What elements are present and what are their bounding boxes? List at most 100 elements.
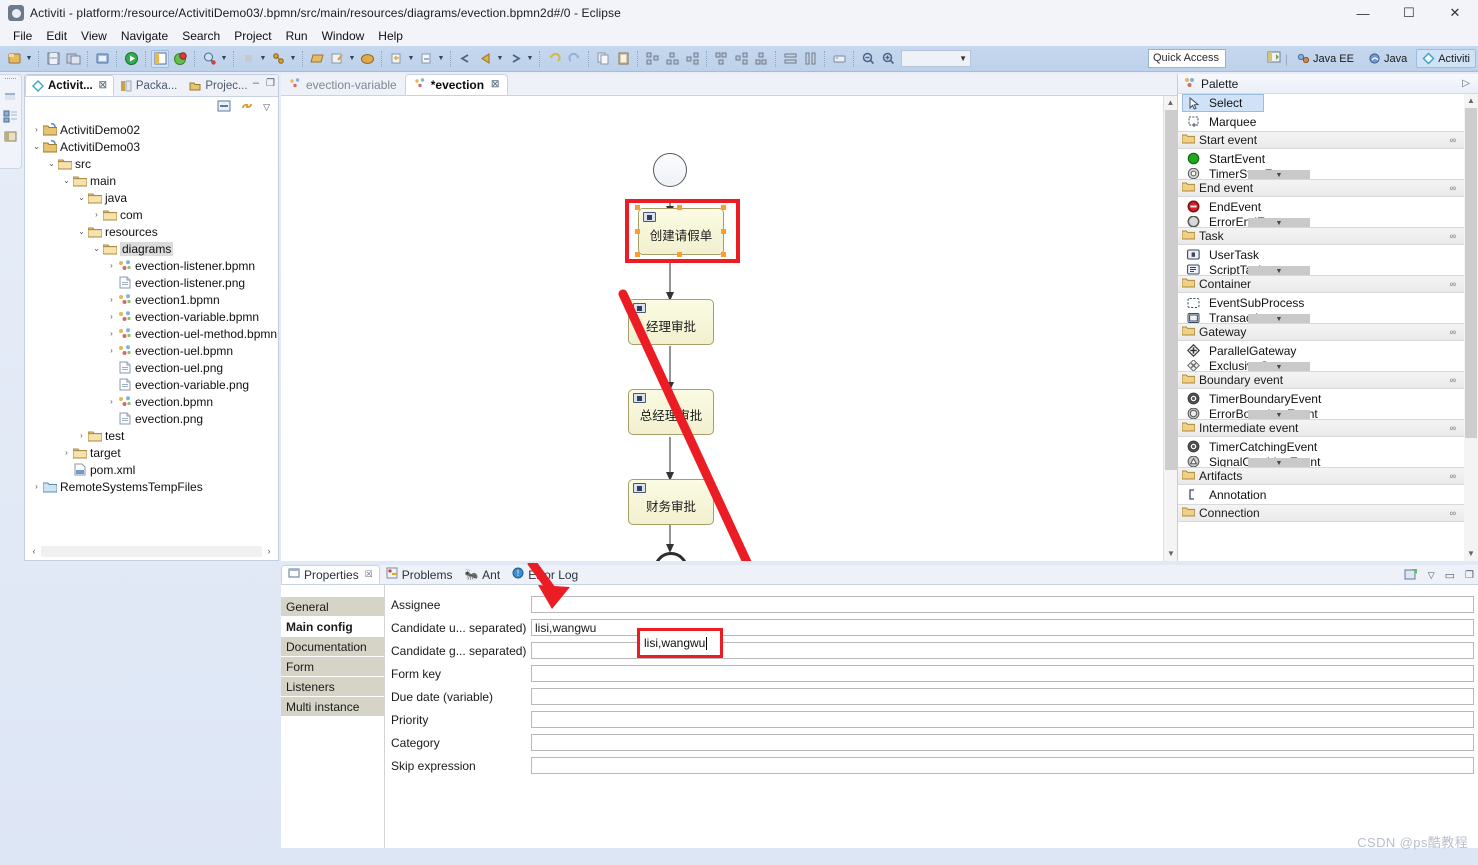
minimized-palette-icon[interactable] [3,129,18,144]
tab-project-explorer[interactable]: Projec... [183,75,253,96]
palette-scroll-hint-icon[interactable]: ▼ [1248,170,1310,179]
palette-group-header[interactable]: Boundary event ∞ [1178,371,1464,389]
align-center-icon[interactable] [663,50,681,68]
start-event-node[interactable] [653,153,687,187]
collapse-all-icon[interactable] [217,99,231,116]
palette-scroll-hint-icon[interactable]: ▼ [1248,314,1310,323]
bpmn-canvas[interactable]: 创建请假单 经理审批 总经理审批 财务审批 [281,96,1163,561]
palette-group-header[interactable]: Artifacts ∞ [1178,467,1464,485]
tree-item[interactable]: › RemoteSystemsTempFiles [25,478,278,495]
palette-scroll-hint-icon[interactable]: ▼ [1248,362,1310,371]
perspective-java[interactable]: Java [1363,50,1412,67]
view-menu-icon[interactable]: ▽ [263,102,270,113]
save-icon[interactable] [44,50,62,68]
back-history-dropdown-icon[interactable]: ▼ [495,50,505,68]
chevron-down-icon[interactable]: ⌄ [91,244,102,253]
menu-item-help[interactable]: Help [371,28,410,44]
perspective-java-ee[interactable]: Java EE [1292,50,1359,67]
palette-group-header[interactable]: Task ∞ [1178,227,1464,245]
resize-handle-w[interactable] [635,229,640,234]
menu-item-project[interactable]: Project [227,28,278,44]
run-icon[interactable] [122,50,140,68]
new-dropdown-icon[interactable]: ▼ [24,50,34,68]
palette-group-header[interactable]: Connection ∞ [1178,504,1464,522]
palette-item[interactable]: EndEvent [1178,197,1464,216]
tree-item[interactable]: › evection1.bpmn [25,291,278,308]
palette-group-header[interactable]: Container ∞ [1178,275,1464,293]
new-icon[interactable] [5,50,23,68]
zoom-in-icon[interactable] [879,50,897,68]
scroll-up-icon[interactable]: ▲ [1464,94,1478,108]
menu-item-window[interactable]: Window [315,28,372,44]
menu-item-view[interactable]: View [74,28,114,44]
back-arrow-icon[interactable] [456,50,474,68]
palette-pin-icon[interactable]: ∞ [1450,423,1456,433]
tab-evection[interactable]: *evection ☒ [404,74,509,95]
explorer-horizontal-scrollbar[interactable]: ‹ › [27,544,276,558]
tree-item[interactable]: › com [25,206,278,223]
tab-evection-variable[interactable]: evection-variable [281,74,405,95]
palette-item[interactable]: EventSubProcess [1178,293,1464,312]
next-annotation-dropdown-icon[interactable]: ▼ [406,50,416,68]
palette-item[interactable]: ScriptTask ▼ [1178,264,1464,275]
resize-handle-s[interactable] [677,252,682,257]
scroll-right-icon[interactable]: › [262,546,276,556]
palette-pin-icon[interactable]: ∞ [1450,375,1456,385]
editor-vertical-scrollbar[interactable]: ▲ ▼ [1163,96,1177,561]
zoom-level-combo[interactable]: ▼ [901,50,971,67]
palette-pin-icon[interactable]: ∞ [1450,279,1456,289]
scroll-down-icon[interactable]: ▼ [1464,547,1478,561]
resize-handle-nw[interactable] [635,205,640,210]
quick-access-input[interactable]: Quick Access [1148,49,1226,68]
scroll-left-icon[interactable]: ‹ [27,546,41,556]
task-node-3[interactable]: 总经理审批 [628,389,714,435]
explorer-minimize-icon[interactable]: – [253,77,259,89]
back-history-icon[interactable] [476,50,494,68]
forward-arrow-icon[interactable] [506,50,524,68]
scroll-thumb[interactable] [1465,108,1477,438]
palette-item[interactable]: Marquee [1178,112,1464,131]
properties-field-input[interactable] [531,711,1474,728]
chevron-right-icon[interactable]: › [106,346,117,355]
task-node-1[interactable]: 创建请假单 [638,208,724,255]
chevron-right-icon[interactable]: › [91,210,102,219]
forward-history-dropdown-icon[interactable]: ▼ [525,50,535,68]
explorer-maximize-icon[interactable]: ❐ [266,78,275,89]
zoom-out-icon[interactable] [859,50,877,68]
tree-item[interactable]: ⌄ java [25,189,278,206]
close-icon[interactable]: ☒ [365,569,373,580]
properties-section-documentation[interactable]: Documentation [281,637,384,656]
match-width-icon[interactable] [781,50,799,68]
resize-handle-ne[interactable] [721,205,726,210]
chevron-right-icon[interactable]: › [106,329,117,338]
tree-item[interactable]: ⌄ ActivitiDemo03 [25,138,278,155]
menu-item-search[interactable]: Search [175,28,227,44]
tab-properties[interactable]: Properties ☒ [281,565,380,584]
scroll-up-icon[interactable]: ▲ [1164,96,1177,110]
chevron-down-icon[interactable]: ⌄ [46,159,57,168]
rail-grip[interactable] [5,78,16,84]
open-type-icon[interactable] [308,50,326,68]
properties-field-input[interactable] [531,688,1474,705]
properties-section-form[interactable]: Form [281,657,384,676]
palette-item[interactable]: StartEvent [1178,149,1464,168]
stop-dropdown-icon[interactable]: ▼ [258,50,268,68]
match-height-icon[interactable] [801,50,819,68]
menu-item-edit[interactable]: Edit [39,28,74,44]
align-bottom-icon[interactable] [752,50,770,68]
tree-item[interactable]: › evection-uel.bpmn [25,342,278,359]
tree-item[interactable]: ⌄ src [25,155,278,172]
minimize-button[interactable]: — [1340,0,1386,26]
undo-icon[interactable] [545,50,563,68]
palette-item[interactable]: SignalCatchingEvent▼ [1178,456,1464,467]
tree-item[interactable]: › evection-listener.bpmn [25,257,278,274]
toggle-view-icon[interactable] [151,49,169,68]
tree-item[interactable]: evection-listener.png [25,274,278,291]
palette-scroll-hint-icon[interactable]: ▼ [1248,266,1310,275]
properties-section-general[interactable]: General [281,597,384,616]
palette-pin-icon[interactable]: ∞ [1450,471,1456,481]
palette-group-header[interactable]: Start event ∞ [1178,131,1464,149]
properties-field-input[interactable] [531,596,1474,613]
search-dropdown-icon[interactable]: ▼ [219,50,229,68]
new-view-icon[interactable] [1404,567,1418,584]
